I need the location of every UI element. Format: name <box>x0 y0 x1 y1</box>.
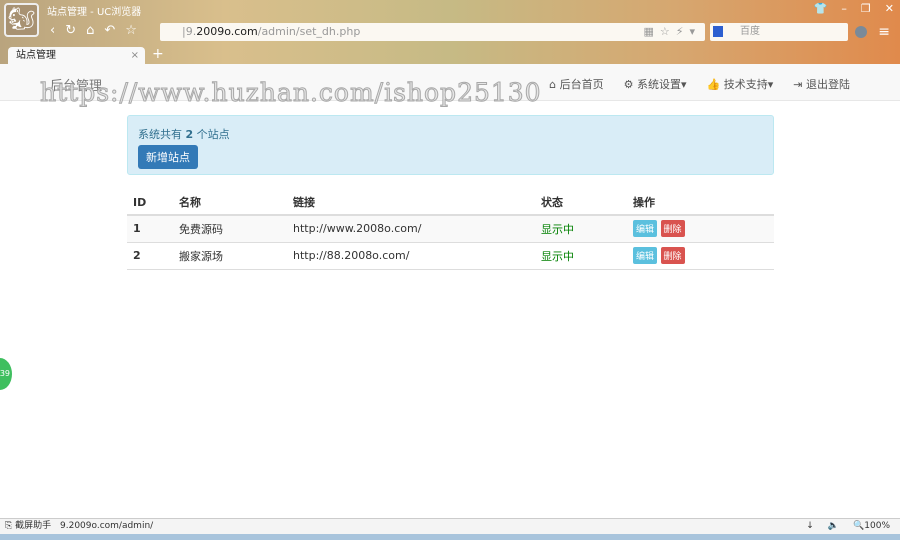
download-icon[interactable]: ↓ <box>806 519 814 534</box>
menu-icon[interactable]: ≡ <box>878 24 890 40</box>
alert-text: 个站点 <box>193 128 230 141</box>
url-path: /admin/set_dh.php <box>257 25 361 38</box>
home-icon[interactable]: ⌂ <box>86 23 94 38</box>
browser-chrome: 🐿 站点管理 - UC浏览器 👕 – ❐ ✕ ‹ ↻ ⌂ ↶ ☆ |9.2009… <box>0 0 900 64</box>
cell-id: 1 <box>127 215 173 243</box>
url-prefix: |9. <box>182 25 197 38</box>
nav-settings[interactable]: ⚙ 系统设置▾ <box>624 76 687 92</box>
status-bar: ⎘ 截屏助手 9.2009o.com/admin/ ↓ 🔈 🔍100% <box>0 518 900 534</box>
nav-support[interactable]: 👍 技术支持▾ <box>707 76 774 92</box>
nav-label: 系统设置▾ <box>637 78 687 91</box>
cell-actions: 编辑 删除 <box>627 215 774 243</box>
cell-name: 免费源码 <box>173 215 287 243</box>
search-placeholder: 百度 <box>740 26 760 37</box>
alert-text: 系统共有 <box>138 128 186 141</box>
nav-label: 后台首页 <box>559 78 604 91</box>
tab-close-icon[interactable]: × <box>131 47 139 64</box>
site-count-alert: 系统共有 2 个站点 新增站点 <box>127 115 774 175</box>
address-bar[interactable]: |9.2009o.com/admin/set_dh.php ▦☆⚡▾ <box>160 23 705 41</box>
tab-label: 站点管理 <box>16 50 56 61</box>
search-box[interactable]: 百度 <box>710 23 848 41</box>
cell-status: 显示中 <box>535 242 627 270</box>
cell-url: http://88.2008o.com/ <box>287 242 535 270</box>
edit-button[interactable]: 编辑 <box>633 220 658 238</box>
navbar: 后台管理 ⌂ 后台首页 ⚙ 系统设置▾ 👍 技术支持▾ ⇥ 退出登陆 <box>0 64 900 101</box>
minimize-button[interactable]: – <box>841 2 847 15</box>
undo-icon[interactable]: ↶ <box>104 23 115 38</box>
brand[interactable]: 后台管理 <box>50 75 102 94</box>
cell-actions: 编辑 删除 <box>627 242 774 270</box>
reload-icon[interactable]: ↻ <box>65 23 76 38</box>
sites-table: ID 名称 链接 状态 操作 1 免费源码 http://www.2008o.c… <box>127 190 774 270</box>
nav-home[interactable]: ⌂ 后台首页 <box>549 76 603 92</box>
url-domain: 2009o.com <box>196 25 258 38</box>
zoom-level[interactable]: 🔍100% <box>853 519 890 534</box>
col-url: 链接 <box>287 190 535 216</box>
cell-name: 搬家源场 <box>173 242 287 270</box>
floating-badge[interactable]: 39 <box>0 358 12 390</box>
add-site-button[interactable]: 新增站点 <box>138 145 198 169</box>
back-icon[interactable]: ‹ <box>50 23 55 38</box>
uc-logo-icon: 🐿 <box>4 3 39 37</box>
taskbar <box>0 534 900 540</box>
col-id: ID <box>127 190 173 216</box>
close-button[interactable]: ✕ <box>885 2 894 15</box>
screenshot-helper[interactable]: ⎘ 截屏助手 <box>5 519 51 534</box>
nav-logout[interactable]: ⇥ 退出登陆 <box>793 76 850 92</box>
nav-label: 退出登陆 <box>806 78 850 91</box>
table-row: 2 搬家源场 http://88.2008o.com/ 显示中 编辑 删除 <box>127 242 774 270</box>
col-name: 名称 <box>173 190 287 216</box>
skin-icon[interactable]: 👕 <box>814 2 828 15</box>
delete-button[interactable]: 删除 <box>660 247 685 264</box>
new-tab-button[interactable]: + <box>152 46 164 62</box>
status-url: 9.2009o.com/admin/ <box>60 521 154 531</box>
nav-buttons: ‹ ↻ ⌂ ↶ ☆ <box>50 23 137 38</box>
zoom-value: 100% <box>864 521 890 531</box>
col-status: 状态 <box>535 190 627 216</box>
wifi-icon[interactable] <box>855 26 867 38</box>
volume-icon[interactable]: 🔈 <box>828 519 839 534</box>
baidu-icon <box>713 26 723 37</box>
edit-button[interactable]: 编辑 <box>633 247 658 264</box>
col-actions: 操作 <box>627 190 774 216</box>
window-controls: 👕 – ❐ ✕ <box>814 2 894 15</box>
cell-status: 显示中 <box>535 215 627 243</box>
site-count: 2 <box>185 128 194 141</box>
window-title: 站点管理 - UC浏览器 <box>47 7 142 18</box>
address-tools-icon[interactable]: ▦☆⚡▾ <box>644 23 702 41</box>
cell-id: 2 <box>127 242 173 270</box>
delete-button[interactable]: 删除 <box>660 220 685 238</box>
restore-button[interactable]: ❐ <box>861 2 871 15</box>
tab-site-management[interactable]: 站点管理 × <box>8 47 145 64</box>
bookmark-star-icon[interactable]: ☆ <box>125 23 137 38</box>
table-row: 1 免费源码 http://www.2008o.com/ 显示中 编辑 删除 <box>127 215 774 243</box>
helper-label: 截屏助手 <box>15 521 52 531</box>
nav-label: 技术支持▾ <box>723 78 774 91</box>
cell-url: http://www.2008o.com/ <box>287 215 535 243</box>
